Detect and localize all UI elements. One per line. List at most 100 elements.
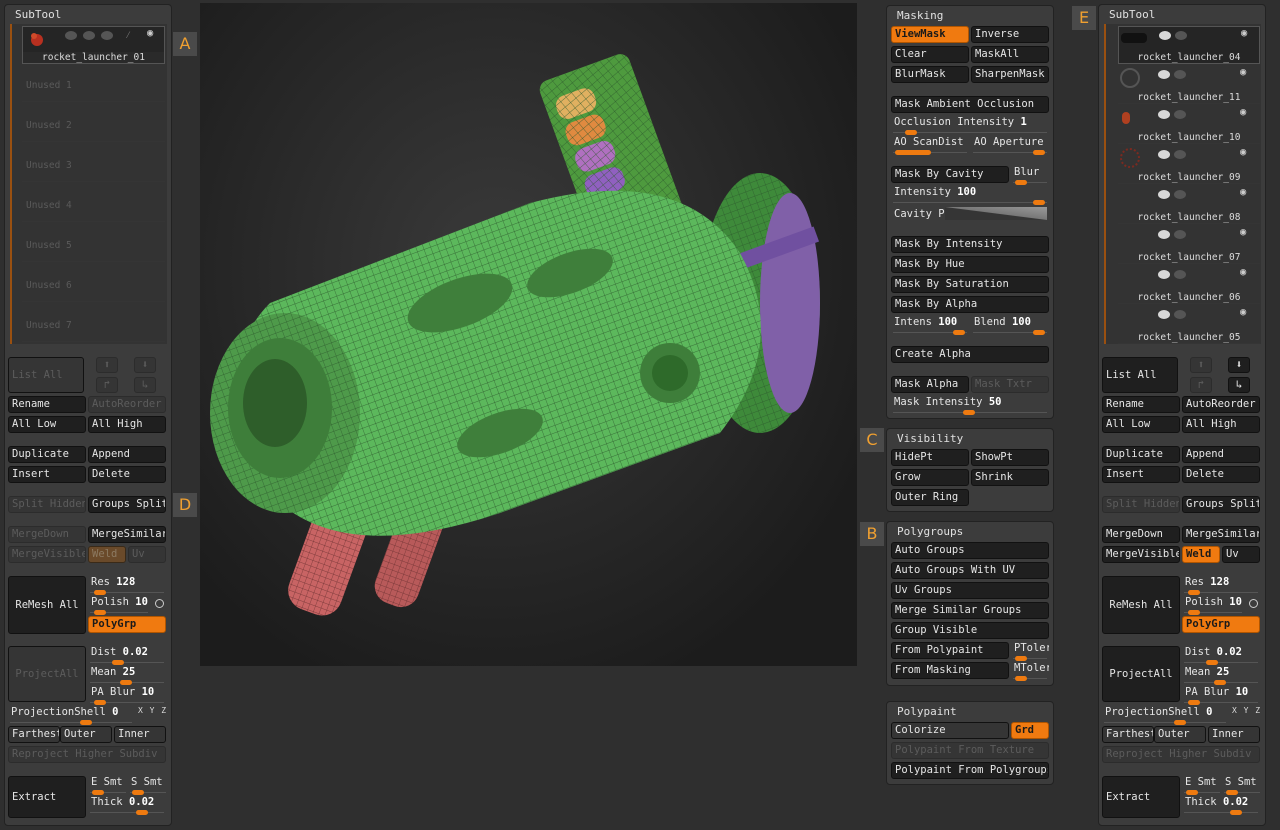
outer-button[interactable]: Outer	[60, 726, 112, 743]
subtool-toggle-icon[interactable]	[1159, 31, 1171, 40]
mask-by-alpha-button[interactable]: Mask By Alpha	[891, 296, 1049, 313]
eye-icon[interactable]: ◉	[1240, 226, 1246, 238]
unused-slot[interactable]: Unused 7	[22, 308, 165, 342]
outer-button[interactable]: Outer	[1154, 726, 1206, 743]
mergedown-button[interactable]: MergeDown	[1102, 526, 1180, 543]
uv-button[interactable]: Uv	[128, 546, 166, 563]
reproject-button[interactable]: Reproject Higher Subdiv	[8, 746, 166, 763]
mask-txtr-button[interactable]: Mask Txtr	[971, 376, 1049, 393]
subtool-toggle-icon[interactable]	[101, 31, 113, 40]
subtool-toggle-icon[interactable]	[83, 31, 95, 40]
subtool-toggle-icon[interactable]	[1174, 110, 1186, 119]
polish-slider[interactable]: Polish 10	[1182, 596, 1244, 615]
weld-button[interactable]: Weld	[1182, 546, 1220, 563]
blur-slider[interactable]: Blur	[1011, 166, 1049, 185]
thick-slider[interactable]: Thick 0.02	[1182, 796, 1260, 815]
subtool-toggle-icon[interactable]	[1174, 190, 1186, 199]
inner-button[interactable]: Inner	[1208, 726, 1260, 743]
groups-split-button[interactable]: Groups Split	[88, 496, 166, 513]
hidept-button[interactable]: HidePt	[891, 449, 969, 466]
remesh-all-button[interactable]: ReMesh All	[8, 576, 86, 634]
mergesimilar-button[interactable]: MergeSimilar	[88, 526, 166, 543]
mergesimilar-button[interactable]: MergeSimilar	[1182, 526, 1260, 543]
split-hidden-button[interactable]: Split Hidden	[8, 496, 86, 513]
dist-slider[interactable]: Dist 0.02	[88, 646, 166, 665]
occlusion-intensity-slider[interactable]: Occlusion Intensity 1	[891, 116, 1049, 135]
projectall-button[interactable]: ProjectAll	[8, 646, 86, 702]
polish-radio[interactable]	[1249, 599, 1258, 608]
clear-button[interactable]: Clear	[891, 46, 969, 63]
weld-button[interactable]: Weld	[88, 546, 126, 563]
inner-button[interactable]: Inner	[114, 726, 166, 743]
inverse-button[interactable]: Inverse	[971, 26, 1049, 43]
eye-icon[interactable]: ◉	[1240, 266, 1246, 278]
unused-slot[interactable]: Unused 4	[22, 188, 165, 222]
delete-button[interactable]: Delete	[88, 466, 166, 483]
uv-button[interactable]: Uv	[1222, 546, 1260, 563]
grd-button[interactable]: Grd	[1011, 722, 1049, 739]
sharpenmask-button[interactable]: SharpenMask	[971, 66, 1049, 83]
arrow-down-icon[interactable]: ⬇	[134, 357, 156, 373]
subtool-toggle-icon[interactable]	[1174, 150, 1186, 159]
s-smt-slider[interactable]: S Smt	[1222, 776, 1262, 795]
subtool-toggle-icon[interactable]	[1158, 190, 1170, 199]
shrink-button[interactable]: Shrink	[971, 469, 1049, 486]
left-active-subtool[interactable]: ⁄ ◉ rocket_launcher_01	[22, 26, 165, 64]
brush-icon[interactable]: ⁄	[125, 29, 131, 42]
create-alpha-button[interactable]: Create Alpha	[891, 346, 1049, 363]
subtool-toggle-icon[interactable]	[1174, 310, 1186, 319]
auto-groups-with-uv-button[interactable]: Auto Groups With UV	[891, 562, 1049, 579]
e-smt-slider[interactable]: E Smt	[88, 776, 128, 795]
intens-slider[interactable]: Intens 100	[891, 316, 969, 335]
pa-blur-slider[interactable]: PA Blur 10	[1182, 686, 1260, 705]
arrow-up-icon[interactable]: ⬆	[1190, 357, 1212, 373]
eye-icon[interactable]: ◉	[1240, 186, 1246, 198]
autoreorder-button[interactable]: AutoReorder	[1182, 396, 1260, 413]
eye-icon[interactable]: ◉	[1240, 146, 1246, 158]
maskall-button[interactable]: MaskAll	[971, 46, 1049, 63]
all-low-button[interactable]: All Low	[8, 416, 86, 433]
polygrp-button[interactable]: PolyGrp	[88, 616, 166, 633]
subtool-item[interactable]: ◉ rocket_launcher_04	[1118, 26, 1260, 64]
subtool-toggle-icon[interactable]	[1175, 31, 1187, 40]
farthest-button[interactable]: Farthest	[8, 726, 60, 743]
mergevisible-button[interactable]: MergeVisible	[8, 546, 86, 563]
list-all-button[interactable]: List All	[8, 357, 84, 393]
outer-ring-button[interactable]: Outer Ring	[891, 489, 969, 506]
all-high-button[interactable]: All High	[88, 416, 166, 433]
rename-button[interactable]: Rename	[8, 396, 86, 413]
append-button[interactable]: Append	[1182, 446, 1260, 463]
res-slider[interactable]: Res 128	[88, 576, 166, 595]
subtool-toggle-icon[interactable]	[1158, 230, 1170, 239]
auto-groups-button[interactable]: Auto Groups	[891, 542, 1049, 559]
subtool-toggle-icon[interactable]	[1174, 230, 1186, 239]
subtool-toggle-icon[interactable]	[1158, 150, 1170, 159]
res-slider[interactable]: Res 128	[1182, 576, 1260, 595]
subtool-item[interactable]: ◉ rocket_launcher_10	[1118, 106, 1260, 144]
autoreorder-button[interactable]: AutoReorder	[88, 396, 166, 413]
viewmask-button[interactable]: ViewMask	[891, 26, 969, 43]
arrow-down-right-icon[interactable]: ↳	[134, 377, 156, 393]
subtool-item[interactable]: ◉ rocket_launcher_09	[1118, 146, 1260, 184]
mean-slider[interactable]: Mean 25	[88, 666, 166, 685]
extract-button[interactable]: Extract	[8, 776, 86, 818]
viewport-canvas[interactable]	[200, 3, 857, 666]
all-low-button[interactable]: All Low	[1102, 416, 1180, 433]
eye-icon[interactable]: ◉	[1240, 66, 1246, 78]
subtool-toggle-icon[interactable]	[1158, 270, 1170, 279]
all-high-button[interactable]: All High	[1182, 416, 1260, 433]
insert-button[interactable]: Insert	[1102, 466, 1180, 483]
remesh-all-button[interactable]: ReMesh All	[1102, 576, 1180, 634]
e-smt-slider[interactable]: E Smt	[1182, 776, 1222, 795]
arrow-down-right-icon[interactable]: ↳	[1228, 377, 1250, 393]
extract-button[interactable]: Extract	[1102, 776, 1180, 818]
insert-button[interactable]: Insert	[8, 466, 86, 483]
subtool-toggle-icon[interactable]	[1174, 270, 1186, 279]
subtool-toggle-icon[interactable]	[65, 31, 77, 40]
unused-slot[interactable]: Unused 1	[22, 68, 165, 102]
arrow-down-icon[interactable]: ⬇	[1228, 357, 1250, 373]
subtool-item[interactable]: ◉ rocket_launcher_08	[1118, 186, 1260, 224]
split-hidden-button[interactable]: Split Hidden	[1102, 496, 1180, 513]
unused-slot[interactable]: Unused 2	[22, 108, 165, 142]
s-smt-slider[interactable]: S Smt	[128, 776, 168, 795]
